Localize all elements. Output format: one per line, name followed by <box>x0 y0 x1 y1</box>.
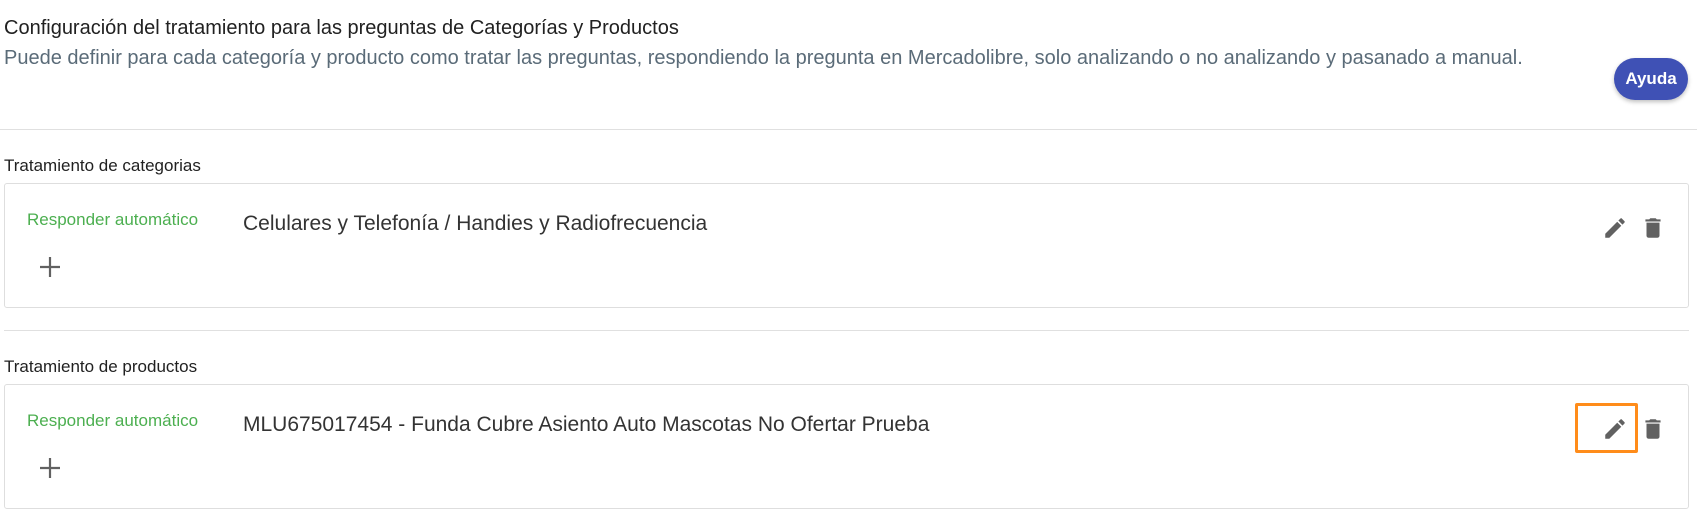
trash-icon[interactable] <box>1637 413 1669 445</box>
pencil-icon[interactable] <box>1599 212 1631 244</box>
header-divider <box>0 129 1697 130</box>
page-header: Configuración del tratamiento para las p… <box>4 14 1604 74</box>
plus-icon[interactable] <box>35 453 65 483</box>
categories-section-label: Tratamiento de categorias <box>4 156 201 175</box>
help-button[interactable]: Ayuda <box>1614 58 1688 100</box>
treatment-config-page: Configuración del tratamiento para las p… <box>0 0 1697 526</box>
page-description: Puede definir para cada categoría y prod… <box>4 47 1523 69</box>
category-name: Celulares y Telefonía / Handies y Radiof… <box>243 212 708 235</box>
products-section-label: Tratamiento de productos <box>4 357 198 376</box>
product-treatment-card: Responder automático MLU675017454 - Fund… <box>4 384 1689 509</box>
pencil-icon[interactable] <box>1599 413 1631 445</box>
page-title: Configuración del tratamiento para las p… <box>4 17 679 39</box>
section-divider <box>4 330 1689 331</box>
product-name: MLU675017454 - Funda Cubre Asiento Auto … <box>243 413 930 436</box>
category-mode-label[interactable]: Responder automático <box>27 210 198 230</box>
trash-icon[interactable] <box>1637 212 1669 244</box>
product-mode-label[interactable]: Responder automático <box>27 411 198 431</box>
plus-icon[interactable] <box>35 252 65 282</box>
category-treatment-card: Responder automático Celulares y Telefon… <box>4 183 1689 308</box>
